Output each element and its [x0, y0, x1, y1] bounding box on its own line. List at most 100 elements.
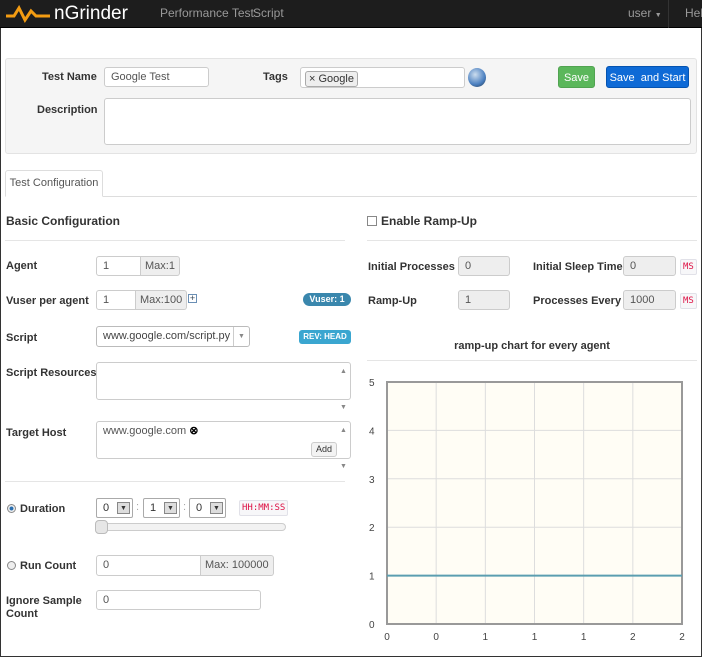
- target-host-list[interactable]: www.google.com ⊗ Add ▲ ▼: [96, 421, 351, 470]
- vuser-label: Vuser per agent: [6, 295, 89, 307]
- rampup-input[interactable]: 1: [458, 290, 510, 310]
- script-select[interactable]: www.google.com/script.py ▼: [96, 326, 250, 347]
- scrollbar[interactable]: ▲ ▼: [337, 363, 350, 411]
- scrollbar[interactable]: ▲ ▼: [337, 422, 350, 470]
- x-tick-label: 1: [483, 632, 489, 643]
- initial-processes-input[interactable]: 0: [458, 256, 510, 276]
- ms-unit: MS: [680, 259, 697, 275]
- brand[interactable]: nGrinder: [54, 3, 128, 25]
- x-tick-label: 1: [581, 632, 587, 643]
- tab-underline: [5, 196, 697, 197]
- save-and-start-button[interactable]: Save and Start: [606, 66, 689, 88]
- target-host-item: www.google.com: [103, 425, 187, 437]
- duration-seconds-select[interactable]: 0 ▼: [189, 498, 226, 518]
- divider: [668, 0, 669, 28]
- run-count-radio[interactable]: [7, 561, 16, 570]
- chevron-down-icon: ▼: [117, 502, 130, 514]
- run-count-label: Run Count: [20, 560, 77, 572]
- script-value: www.google.com/script.py: [103, 330, 231, 342]
- slider-handle[interactable]: [95, 520, 108, 534]
- ignore-sample-label: Ignore Sample: [6, 595, 82, 607]
- nav-help[interactable]: Hel: [685, 6, 702, 20]
- tab-test-configuration[interactable]: Test Configuration: [5, 170, 103, 197]
- caret-down-icon: ▼: [654, 12, 662, 19]
- colon: :: [136, 501, 140, 513]
- agent-max: Max:1: [141, 256, 180, 276]
- duration-format: HH:MM:SS: [239, 500, 289, 516]
- chart-title: ramp-up chart for every agent: [454, 340, 610, 352]
- y-tick-label: 2: [369, 523, 375, 534]
- y-tick-label: 4: [369, 426, 375, 437]
- hours-value: 0: [103, 502, 110, 514]
- minutes-value: 1: [150, 502, 157, 514]
- script-label: Script: [6, 332, 38, 344]
- duration-hours-select[interactable]: 0 ▼: [96, 498, 133, 518]
- colon: :: [183, 501, 187, 513]
- divider: [5, 240, 345, 241]
- processes-every-input[interactable]: 1000: [623, 290, 676, 310]
- y-tick-label: 5: [369, 378, 375, 389]
- user-menu[interactable]: user ▼: [628, 6, 662, 20]
- add-host-button[interactable]: Add: [311, 442, 337, 457]
- remove-tag-icon[interactable]: ×: [309, 73, 315, 85]
- tags-label: Tags: [263, 71, 288, 83]
- agent-input[interactable]: 1: [96, 256, 141, 276]
- seconds-value: 0: [196, 502, 203, 514]
- ms-unit: MS: [680, 293, 697, 309]
- test-name-label: Test Name: [42, 71, 97, 83]
- chevron-down-icon: ▼: [233, 327, 249, 346]
- vuser-input[interactable]: 1: [96, 290, 136, 310]
- ignore-sample-input[interactable]: 0: [96, 590, 261, 610]
- y-tick-label: 0: [369, 620, 375, 631]
- basic-config-title: Basic Configuration: [6, 214, 121, 228]
- logo-icon: [6, 5, 50, 23]
- test-name-input[interactable]: Google Test: [104, 67, 209, 87]
- nav-performance-test[interactable]: Performance Test: [160, 6, 254, 20]
- y-tick-label: 1: [369, 572, 375, 583]
- script-resources-label: Script Resources: [6, 367, 97, 379]
- initial-sleep-label: Initial Sleep Time: [533, 261, 623, 273]
- duration-label: Duration: [20, 503, 66, 515]
- divider: [5, 481, 345, 482]
- y-tick-label: 3: [369, 475, 375, 486]
- tag-label: Google: [318, 73, 354, 85]
- target-host-label: Target Host: [6, 427, 67, 439]
- initial-sleep-input[interactable]: 0: [623, 256, 676, 276]
- vuser-max: Max:100: [136, 290, 188, 310]
- duration-slider[interactable]: [96, 523, 286, 531]
- remove-host-icon[interactable]: ⊗: [189, 425, 198, 437]
- duration-minutes-select[interactable]: 1 ▼: [143, 498, 180, 518]
- x-tick-label: 2: [679, 632, 685, 643]
- tags-input[interactable]: × Google: [300, 67, 465, 88]
- nav-script[interactable]: Script: [253, 6, 284, 20]
- revision-badge[interactable]: REV: HEAD: [299, 330, 351, 344]
- rampup-label: Ramp-Up: [368, 295, 417, 307]
- divider: [367, 360, 697, 361]
- script-resources-textarea[interactable]: ▲ ▼: [96, 362, 351, 411]
- save-button[interactable]: Save: [558, 66, 595, 88]
- globe-icon[interactable]: [468, 68, 486, 87]
- vuser-badge: Vuser: 1: [303, 293, 351, 306]
- initial-processes-label: Initial Processes: [368, 261, 455, 273]
- x-tick-label: 1: [532, 632, 538, 643]
- enable-rampup-checkbox[interactable]: [367, 216, 377, 226]
- processes-every-label: Processes Every: [533, 295, 622, 307]
- enable-rampup-label: Enable Ramp-Up: [381, 214, 478, 228]
- ignore-sample-label-2: Count: [6, 608, 38, 620]
- x-tick-label: 2: [630, 632, 636, 643]
- description-label: Description: [37, 104, 98, 116]
- description-textarea[interactable]: [104, 98, 691, 145]
- rampup-chart: 0123450 0 1 1 1 2 2: [369, 378, 685, 643]
- divider: [367, 240, 697, 241]
- user-label: user: [628, 6, 652, 20]
- x-tick-label: 0: [384, 632, 390, 643]
- run-count-max: Max: 100000: [201, 555, 274, 576]
- run-count-input[interactable]: 0: [96, 555, 201, 576]
- agent-label: Agent: [6, 260, 38, 272]
- chevron-down-icon: ▼: [210, 502, 223, 514]
- x-tick-label: 0: [433, 632, 439, 643]
- duration-radio[interactable]: [7, 504, 16, 513]
- expand-plus-icon[interactable]: +: [188, 294, 197, 303]
- chevron-down-icon: ▼: [164, 502, 177, 514]
- tag-chip: × Google: [305, 71, 358, 87]
